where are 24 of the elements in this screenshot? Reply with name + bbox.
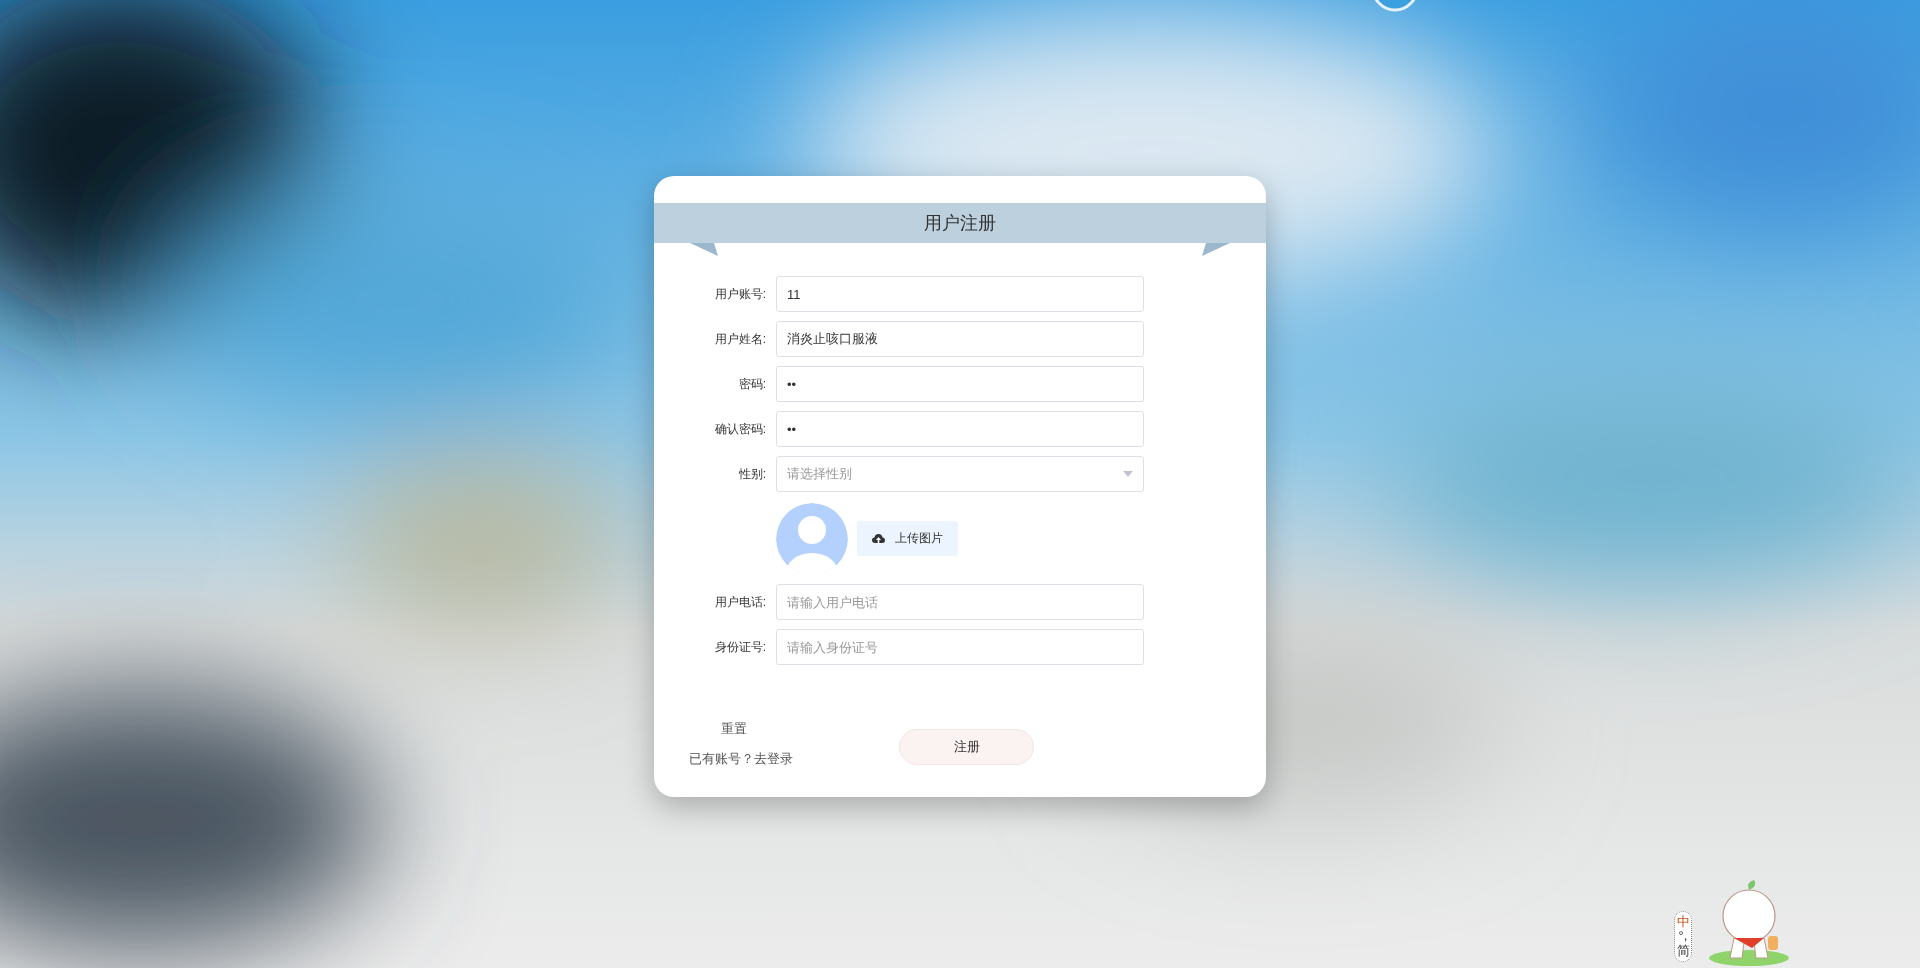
ime-toggle[interactable]: 中 °, 简 <box>1674 911 1692 962</box>
field-label: 身份证号: <box>713 639 767 656</box>
upload-button[interactable]: 上传图片 <box>857 520 958 556</box>
field-label: 用户电话: <box>713 594 767 611</box>
register-button[interactable]: 注册 <box>899 729 1034 765</box>
caret-icon <box>1123 471 1133 477</box>
login-link[interactable]: 已有账号？去登录 <box>675 748 793 768</box>
field-label: 确认密码: <box>713 421 767 438</box>
field-label: 性别: <box>737 466 767 483</box>
ime-label: °, <box>1678 929 1688 944</box>
reset-link[interactable]: 重置 <box>721 719 747 739</box>
input-field[interactable]: 请输入身份证号 <box>776 629 1144 665</box>
form-title: 用户注册 <box>924 212 996 235</box>
input-field[interactable]: 11 <box>776 276 1144 312</box>
cloud-upload-icon <box>872 532 885 544</box>
ime-label: 简 <box>1676 943 1690 958</box>
input-field[interactable]: •• <box>776 366 1144 402</box>
field-label: 密码: <box>737 376 767 393</box>
ime-label: 中 <box>1676 915 1690 930</box>
input-field[interactable]: 消炎止咳口服液 <box>776 321 1144 357</box>
input-field[interactable]: 请输入用户电话 <box>776 584 1144 620</box>
field-label: 用户姓名: <box>713 331 767 348</box>
field-label: 用户账号: <box>713 286 767 303</box>
input-field[interactable]: •• <box>776 411 1144 447</box>
